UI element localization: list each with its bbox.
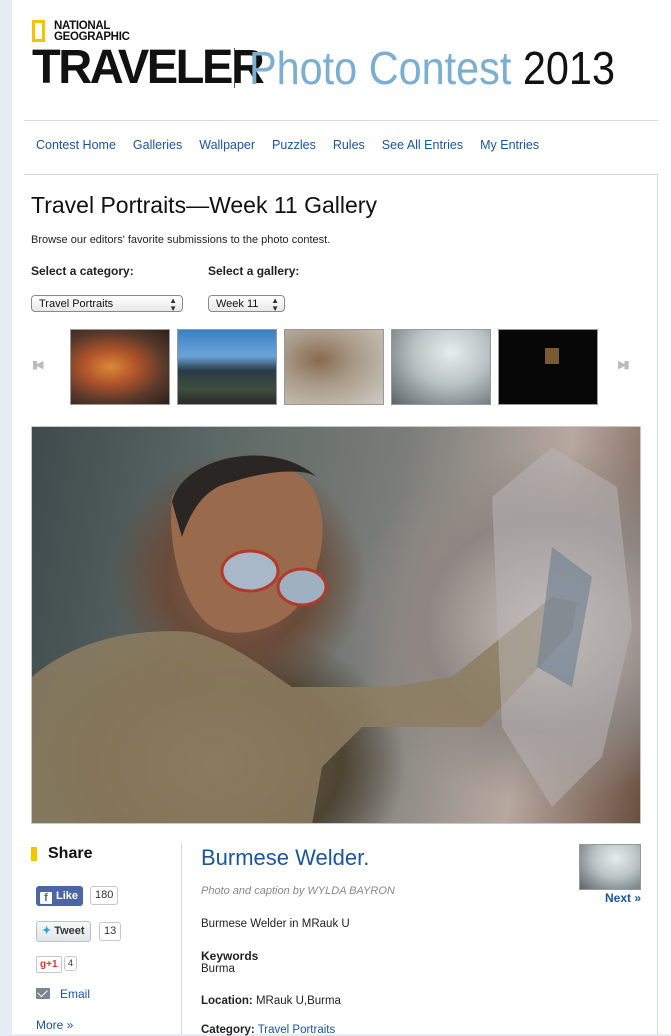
gallery-select-value: Week 11: [216, 298, 259, 310]
logo-publisher: NATIONAL GEOGRAPHIC: [54, 20, 130, 43]
location-value: MRauk U,Burma: [255, 995, 341, 1007]
logo-traveler: TRAVELER: [32, 41, 265, 94]
nav-my-entries[interactable]: My Entries: [480, 138, 539, 152]
email-share[interactable]: Email: [36, 987, 90, 1001]
category-label: Select a category:: [31, 264, 134, 278]
tweet-button[interactable]: ✦ Tweet: [36, 921, 91, 942]
thumbnail-1[interactable]: [70, 329, 170, 405]
thumbnail-3[interactable]: [284, 329, 384, 405]
more-share-link[interactable]: More »: [36, 1018, 73, 1032]
select-arrows-icon: ▲ ▼: [169, 296, 177, 313]
filmstrip-prev-icon[interactable]: ▮◀: [32, 358, 43, 371]
nav-top-rule: [24, 120, 658, 121]
nav-see-all-entries[interactable]: See All Entries: [382, 138, 463, 152]
main-photo[interactable]: [31, 426, 641, 824]
like-label: Like: [56, 890, 79, 902]
nav-galleries[interactable]: Galleries: [133, 138, 182, 152]
category-label-detail: Category:: [201, 1024, 255, 1036]
header-divider: [234, 48, 235, 88]
contest-title-text: Photo Contest: [249, 42, 512, 94]
tweet-label: Tweet: [54, 925, 85, 937]
yellow-border-icon: [32, 20, 45, 42]
tweet-count: 13: [99, 922, 122, 941]
thumbnail-5-window: [545, 348, 559, 364]
keywords-label: Keywords: [201, 949, 259, 963]
column-divider: [181, 843, 182, 1034]
facebook-like-button[interactable]: f Like: [36, 886, 84, 906]
next-photo-thumbnail[interactable]: [579, 844, 641, 890]
content-border: [657, 174, 658, 1034]
main-photo-figure: [32, 447, 632, 823]
category-link[interactable]: Travel Portraits: [258, 1024, 336, 1036]
category: Category: Travel Portraits: [201, 1024, 335, 1036]
email-link[interactable]: Email: [60, 987, 90, 1001]
category-select[interactable]: Travel Portraits ▲ ▼: [31, 295, 183, 313]
nav-bottom-rule: [24, 174, 658, 175]
gallery-title: Travel Portraits—Week 11 Gallery: [31, 192, 377, 218]
location-label: Location:: [201, 995, 253, 1007]
select-arrows-icon: ▲ ▼: [271, 296, 279, 313]
keywords-value: Burma: [201, 963, 235, 975]
facebook-icon: f: [40, 892, 52, 904]
main-nav: Contest Home Galleries Wallpaper Puzzles Rul…: [36, 138, 556, 152]
twitter-bird-icon: ✦: [42, 925, 52, 937]
thumbnail-4[interactable]: [391, 329, 491, 405]
photo-credit: Photo and caption by WYLDA BAYRON: [201, 885, 395, 897]
page: NATIONAL GEOGRAPHIC TRAVELER Photo Conte…: [12, 0, 671, 1036]
filmstrip-next-icon[interactable]: ▶▮: [618, 358, 629, 371]
contest-title: Photo Contest 2013: [249, 40, 615, 96]
location: Location: MRauk U,Burma: [201, 995, 341, 1007]
thumbnail-5[interactable]: [498, 329, 598, 405]
share-title: Share: [48, 845, 93, 862]
contest-year: 2013: [522, 42, 615, 94]
nav-puzzles[interactable]: Puzzles: [272, 138, 316, 152]
gallery-label: Select a gallery:: [208, 264, 300, 278]
gallery-description: Browse our editors' favorite submissions…: [31, 234, 331, 246]
thumbnail-2[interactable]: [177, 329, 277, 405]
nav-contest-home[interactable]: Contest Home: [36, 138, 116, 152]
gallery-select[interactable]: Week 11 ▲ ▼: [208, 295, 285, 313]
next-photo-link[interactable]: Next »: [605, 891, 641, 905]
email-icon: [36, 988, 50, 999]
gplus-count: 4: [64, 956, 78, 971]
nav-rules[interactable]: Rules: [333, 138, 365, 152]
google-plus-button[interactable]: g+1: [36, 956, 62, 973]
nav-wallpaper[interactable]: Wallpaper: [199, 138, 255, 152]
share-accent-bar: [31, 847, 37, 861]
like-count: 180: [90, 886, 119, 905]
photo-title: Burmese Welder.: [201, 845, 370, 870]
photo-caption: Burmese Welder in MRauk U: [201, 918, 350, 930]
category-select-value: Travel Portraits: [39, 298, 114, 310]
